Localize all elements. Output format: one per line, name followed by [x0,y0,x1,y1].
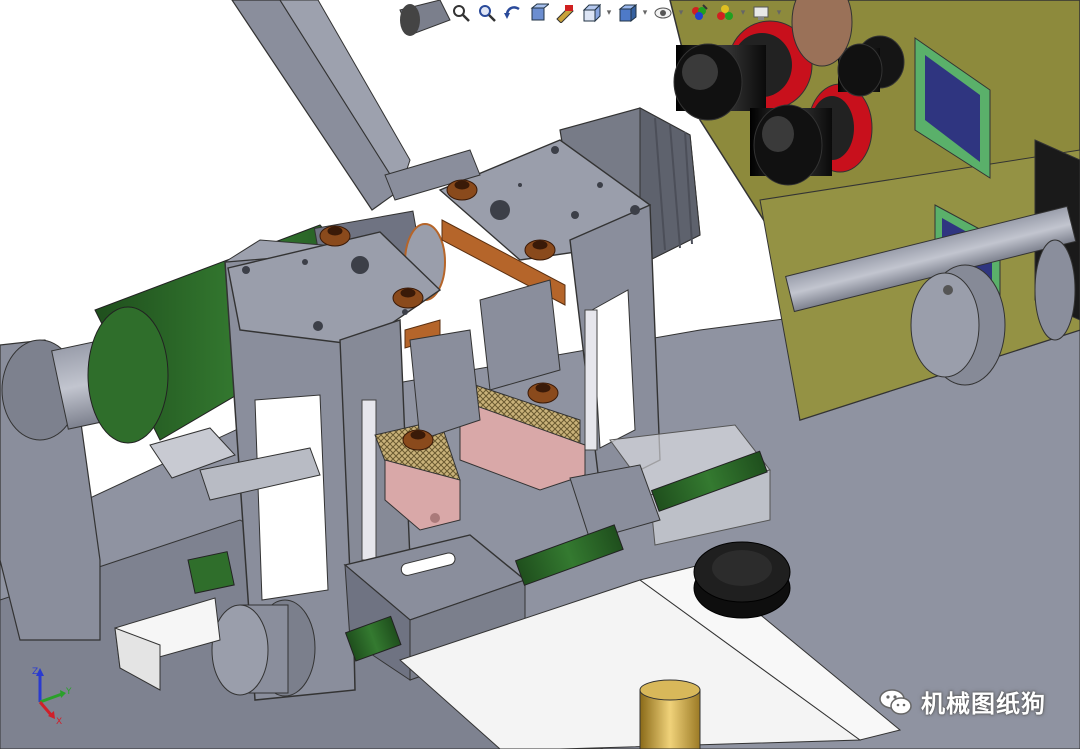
view-orientation-icon[interactable] [580,2,602,24]
previous-view-icon[interactable] [502,2,524,24]
watermark: 机械图纸狗 [879,684,1046,719]
dropdown-arrow-icon[interactable]: ▾ [776,4,782,22]
hide-show-items-icon[interactable] [652,2,674,24]
dropdown-arrow-icon[interactable]: ▾ [642,4,648,22]
zoom-to-fit-icon[interactable] [450,2,472,24]
y-axis-label: Y [65,687,72,697]
view-settings-icon[interactable] [750,2,772,24]
gray-knob [211,599,316,697]
section-view-icon[interactable] [528,2,550,24]
top-cap [399,0,451,36]
dropdown-arrow-icon[interactable]: ▾ [678,4,684,22]
zoom-area-icon[interactable] [476,2,498,24]
brass-roller [639,679,701,749]
display-style-icon[interactable] [616,2,638,24]
watermark-text: 机械图纸狗 [921,690,1046,718]
black-star-knob [693,541,791,619]
y-axis-icon [39,692,63,704]
slider-block-center [409,329,481,441]
reference-triad: Z Y X [32,667,72,727]
apply-scene-icon[interactable] [714,2,736,24]
guide-rod-1 [361,399,377,561]
cad-viewport[interactable]: ▾ ▾ ▾ ▾ ▾ Z Y X 机械图纸狗 [0,0,1080,749]
guide-rod-2 [584,309,598,451]
assembly-model[interactable] [0,0,1080,749]
dynamic-annotation-icon[interactable] [554,2,576,24]
wechat-icon [879,688,912,715]
dropdown-arrow-icon[interactable]: ▾ [740,4,746,22]
x-axis-label: X [56,717,62,727]
edit-appearance-icon[interactable] [688,2,710,24]
x-axis-icon [38,701,54,717]
dropdown-arrow-icon[interactable]: ▾ [606,4,612,22]
z-axis-label: Z [32,667,38,677]
heads-up-view-toolbar: ▾ ▾ ▾ ▾ ▾ [450,0,782,26]
